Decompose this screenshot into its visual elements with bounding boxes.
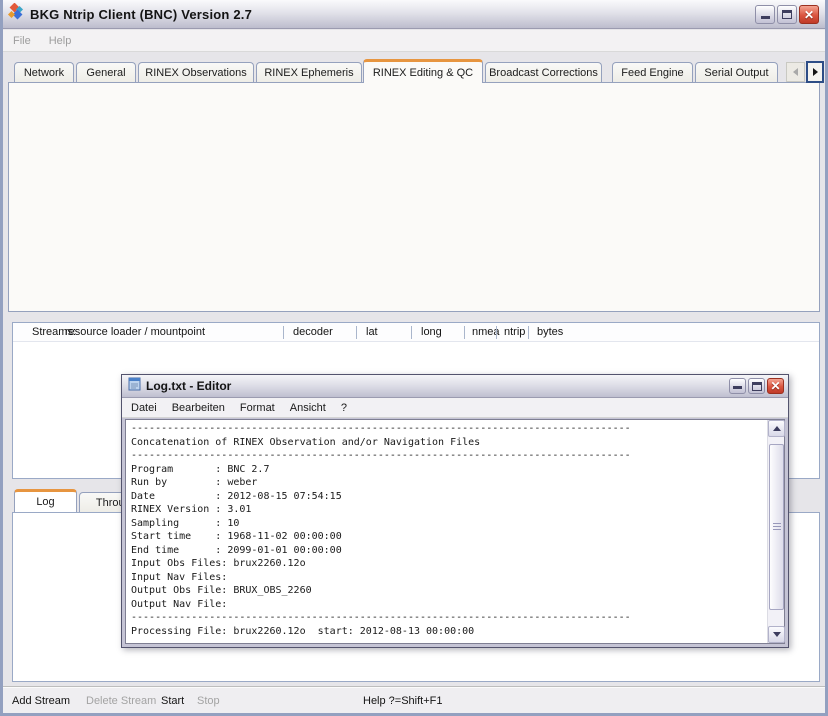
tab-rinex-ephemeris[interactable]: RINEX Ephemeris [256, 62, 362, 82]
stop-button: Stop [197, 695, 220, 707]
column-divider [496, 326, 497, 339]
editor-menu-datei[interactable]: Datei [131, 402, 157, 414]
maximize-icon [752, 382, 762, 391]
editor-text-content[interactable]: ----------------------------------------… [126, 420, 767, 643]
main-titlebar: BKG Ntrip Client (BNC) Version 2.7 ✕ [0, 0, 828, 29]
editor-menu-format[interactable]: Format [240, 402, 275, 414]
editor-maximize-button[interactable] [748, 378, 765, 394]
editor-menu-ansicht[interactable]: Ansicht [290, 402, 326, 414]
col-mountpoint: resource loader / mountpoint [65, 326, 205, 338]
editor-body: ----------------------------------------… [125, 419, 785, 644]
col-bytes: bytes [537, 326, 563, 338]
editor-title: Log.txt - Editor [146, 379, 231, 393]
minimize-icon [733, 386, 742, 389]
arrow-up-icon [773, 426, 781, 431]
editor-window: Log.txt - Editor ✕ Datei Bearbeiten Form… [121, 374, 789, 648]
maximize-button[interactable] [777, 5, 797, 24]
delete-stream-button: Delete Stream [86, 695, 156, 707]
editor-menu-bearbeiten[interactable]: Bearbeiten [172, 402, 225, 414]
add-stream-button[interactable]: Add Stream [12, 695, 70, 707]
editor-vertical-scrollbar[interactable] [767, 420, 784, 643]
close-icon: ✕ [804, 9, 814, 21]
scroll-down-button[interactable] [768, 626, 785, 643]
tab-log[interactable]: Log [14, 489, 77, 512]
tab-network[interactable]: Network [14, 62, 74, 82]
scrollbar-thumb[interactable] [769, 444, 784, 610]
tab-scroll-left-button[interactable] [786, 62, 805, 82]
tab-broadcast-corrections[interactable]: Broadcast Corrections [485, 62, 602, 82]
window-controls: ✕ [755, 5, 819, 24]
rinex-editing-page [8, 82, 820, 312]
tab-rinex-observations[interactable]: RINEX Observations [138, 62, 254, 82]
tab-serial-output[interactable]: Serial Output [695, 62, 778, 82]
main-window: BKG Ntrip Client (BNC) Version 2.7 ✕ Fil… [0, 0, 828, 716]
close-icon: ✕ [770, 380, 780, 392]
scrollbar-grip-icon [773, 523, 781, 532]
tab-rinex-editing-qc[interactable]: RINEX Editing & QC [363, 59, 483, 83]
col-decoder: decoder [293, 326, 333, 338]
editor-titlebar: Log.txt - Editor ✕ [122, 375, 788, 398]
help-shortcut-text: Help ?=Shift+F1 [363, 695, 443, 707]
column-divider [528, 326, 529, 339]
editor-window-controls: ✕ [729, 378, 784, 394]
notepad-icon [127, 376, 142, 396]
window-title: BKG Ntrip Client (BNC) Version 2.7 [30, 7, 252, 22]
arrow-down-icon [773, 632, 781, 637]
bnc-app-icon [7, 3, 25, 26]
maximize-icon [782, 10, 792, 19]
column-divider [464, 326, 465, 339]
streams-header: Streams: resource loader / mountpoint de… [13, 323, 819, 342]
main-menubar: File Help [0, 30, 828, 52]
editor-menu-hilfe[interactable]: ? [341, 402, 347, 414]
editor-menubar: Datei Bearbeiten Format Ansicht ? [122, 398, 788, 418]
arrow-left-icon [793, 68, 798, 76]
column-divider [411, 326, 412, 339]
scroll-up-button[interactable] [768, 420, 785, 437]
column-divider [283, 326, 284, 339]
start-button[interactable]: Start [161, 695, 184, 707]
minimize-button[interactable] [755, 5, 775, 24]
editor-close-button[interactable]: ✕ [767, 378, 784, 394]
menu-help[interactable]: Help [49, 35, 72, 47]
tab-scroll-right-button[interactable] [806, 61, 824, 83]
col-long: long [421, 326, 442, 338]
col-ntrip: ntrip [504, 326, 525, 338]
bottom-toolbar: Add Stream Delete Stream Start Stop Help… [0, 686, 828, 716]
minimize-icon [761, 16, 770, 19]
col-lat: lat [366, 326, 378, 338]
menu-file[interactable]: File [13, 35, 31, 47]
editor-minimize-button[interactable] [729, 378, 746, 394]
close-button[interactable]: ✕ [799, 5, 819, 24]
tab-feed-engine[interactable]: Feed Engine [612, 62, 693, 82]
column-divider [356, 326, 357, 339]
arrow-right-icon [813, 68, 818, 76]
tab-general[interactable]: General [76, 62, 136, 82]
